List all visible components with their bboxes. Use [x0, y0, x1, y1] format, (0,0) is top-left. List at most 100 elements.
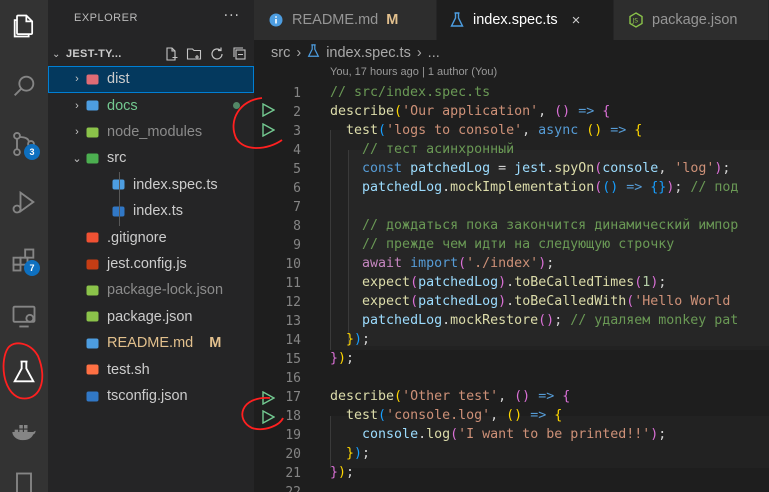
tree-item[interactable]: › docs: [48, 92, 254, 119]
more-actions-icon[interactable]: ···: [224, 8, 240, 24]
tree-item[interactable]: package.json: [48, 304, 254, 331]
code-line: patchedLog.mockRestore(); // удаляем mon…: [362, 313, 739, 328]
tab-index-spec[interactable]: index.spec.ts ×: [437, 0, 614, 40]
tree-item-label: test.sh: [107, 361, 150, 378]
breadcrumb-separator: ›: [296, 45, 302, 61]
collapse-all-icon[interactable]: [231, 45, 248, 62]
extensions-badge: 7: [24, 260, 40, 276]
chevron-down-icon: ⌄: [72, 152, 82, 165]
code-line: // src/index.spec.ts: [330, 85, 491, 100]
tree-item[interactable]: test.sh: [48, 356, 254, 383]
line-number: 4: [293, 143, 301, 158]
line-number: 16: [285, 371, 301, 386]
remote-explorer-activity-icon[interactable]: [0, 292, 48, 340]
line-number: 11: [285, 276, 301, 291]
chevron-down-icon: ⌄: [52, 48, 61, 60]
run-test-icon[interactable]: [261, 391, 275, 405]
tree-item[interactable]: › node_modules: [48, 119, 254, 146]
code-line: test('logs to console', async () => {: [346, 123, 643, 138]
project-section-header[interactable]: ⌄ JEST-TY...: [48, 42, 254, 66]
code-line: expect(patchedLog).toBeCalledWith('Hello…: [362, 294, 731, 309]
line-number: 19: [285, 428, 301, 443]
code-line: });: [346, 446, 371, 461]
tree-item[interactable]: README.md M: [48, 330, 254, 357]
flask-icon: [307, 44, 320, 62]
docker-activity-icon[interactable]: [0, 408, 48, 456]
folder-docs-icon: [84, 98, 100, 114]
explorer-activity-icon[interactable]: [0, 2, 48, 50]
folder-node-icon: [84, 124, 100, 140]
search-activity-icon[interactable]: [0, 62, 48, 110]
new-folder-icon[interactable]: [185, 45, 202, 62]
explorer-title: EXPLORER: [74, 12, 138, 24]
line-number: 12: [285, 295, 301, 310]
tree-item-label: jest.config.js: [107, 256, 187, 273]
code-line: });: [330, 351, 355, 366]
source-control-badge: 3: [24, 144, 40, 160]
flask-icon: [110, 177, 126, 193]
refresh-icon[interactable]: [208, 45, 225, 62]
modified-indicator: M: [209, 335, 222, 352]
breadcrumb-more[interactable]: ...: [428, 45, 440, 61]
tree-item[interactable]: .gitignore: [48, 224, 254, 251]
code-line: expect(patchedLog).toBeCalledTimes(1);: [362, 275, 667, 290]
folder-dist-icon: [84, 71, 100, 87]
tree-item[interactable]: tsconfig.json: [48, 383, 254, 410]
code-line: // тест асинхронный: [362, 142, 515, 157]
code-line: console.log('I want to be printed!!');: [362, 427, 667, 442]
new-file-icon[interactable]: [162, 45, 179, 62]
line-number: 5: [293, 162, 301, 177]
close-icon[interactable]: ×: [572, 12, 581, 29]
tree-item[interactable]: jest.config.js: [48, 251, 254, 278]
source-control-activity-icon[interactable]: 3: [0, 120, 48, 168]
tree-item-label: index.spec.ts: [133, 176, 218, 193]
run-debug-activity-icon[interactable]: [0, 178, 48, 226]
code-editor[interactable]: You, 17 hours ago | 1 author (You) 12345…: [254, 66, 769, 492]
file-activity-icon[interactable]: [0, 460, 48, 492]
info-icon: [84, 335, 100, 351]
tree-item[interactable]: › dist: [48, 66, 254, 93]
git-icon: [84, 230, 100, 246]
line-number: 6: [293, 181, 301, 196]
tree-item-label: node_modules: [107, 124, 203, 141]
explorer-sidebar: EXPLORER ··· ⌄ JEST-TY... › dist › docs › nod…: [48, 0, 254, 492]
tab-label: README.md: [292, 12, 379, 28]
terminal-icon: [84, 362, 100, 378]
run-test-icon[interactable]: [261, 103, 275, 117]
line-number: 14: [285, 333, 301, 348]
code-line: describe('Our application', () => {: [330, 104, 611, 119]
tab-readme[interactable]: README.md M: [254, 0, 437, 40]
line-number: 1: [293, 86, 301, 101]
nodejs-icon: JS: [628, 12, 644, 28]
tree-item[interactable]: package-lock.json: [48, 277, 254, 304]
breadcrumb-file[interactable]: index.spec.ts: [326, 45, 411, 61]
flask-icon: [449, 12, 465, 28]
codelens-blame[interactable]: You, 17 hours ago | 1 author (You): [330, 66, 497, 78]
line-number: 7: [293, 200, 301, 215]
extensions-activity-icon[interactable]: 7: [0, 236, 48, 284]
code-line: patchedLog.mockImplementation(() => {});…: [362, 180, 739, 195]
line-number: 20: [285, 447, 301, 462]
code-line: describe('Other test', () => {: [330, 389, 571, 404]
run-test-icon[interactable]: [261, 123, 275, 137]
nodejs-icon: [84, 309, 100, 325]
line-number: 22: [254, 485, 301, 492]
tree-item[interactable]: index.ts: [48, 198, 254, 225]
tree-item[interactable]: index.spec.ts: [48, 172, 254, 199]
line-number: 15: [285, 352, 301, 367]
run-test-icon[interactable]: [261, 410, 275, 424]
tree-item[interactable]: ⌄ src: [48, 145, 254, 172]
svg-text:JS: JS: [632, 18, 639, 25]
tree-item-label: tsconfig.json: [107, 388, 188, 405]
project-name: JEST-TY...: [66, 48, 122, 60]
breadcrumb-folder[interactable]: src: [271, 45, 290, 61]
indent-guide: [119, 172, 120, 226]
scope-guide: [330, 416, 769, 468]
tab-bar: README.md M index.spec.ts × JS package.j…: [254, 0, 769, 40]
testing-activity-icon[interactable]: [0, 348, 48, 396]
line-number: 21: [285, 466, 301, 481]
line-number: 9: [293, 238, 301, 253]
tree-item-label: src: [107, 150, 127, 167]
tab-package-json[interactable]: JS package.json: [614, 0, 769, 40]
code-line: // прежде чем идти на следующую строчку: [362, 237, 675, 252]
